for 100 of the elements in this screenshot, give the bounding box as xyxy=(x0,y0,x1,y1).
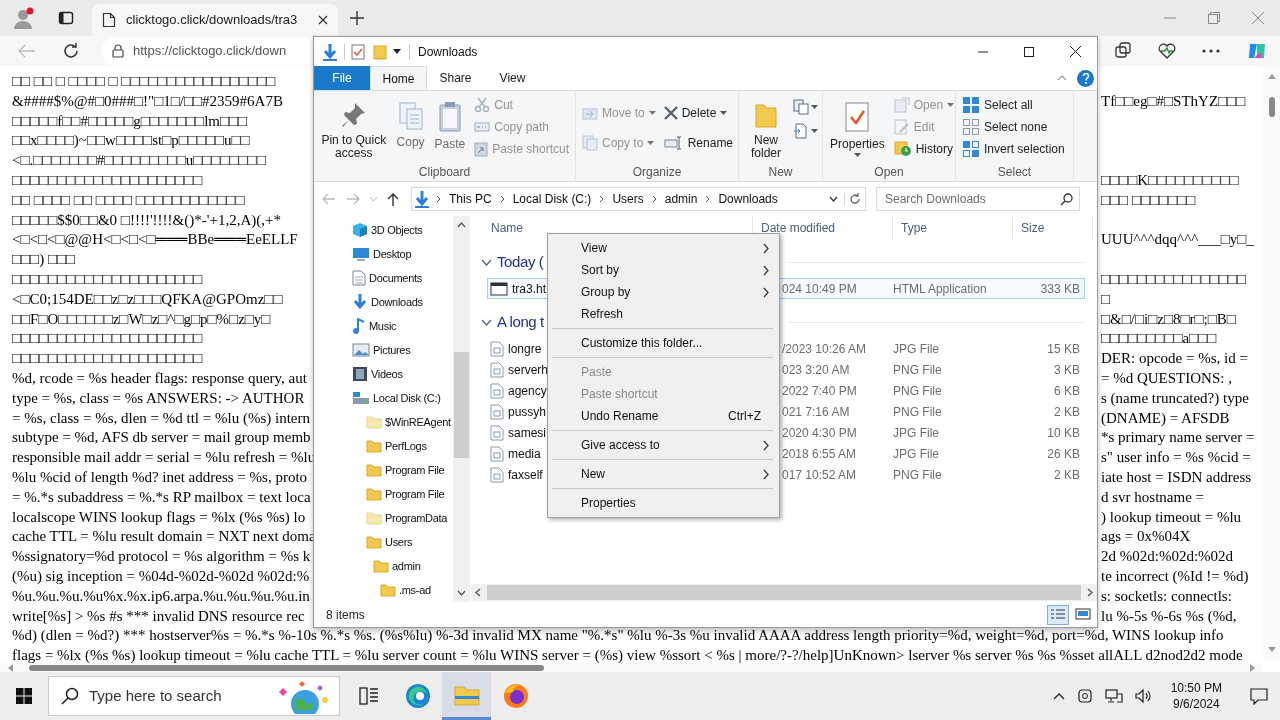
page-text-line: □□□□□□□□□□□□□□□□□□□□□ xyxy=(12,330,203,347)
page-text-line: <□<□<□@@H<□<□<□═══BBe═══EeELLF xyxy=(12,231,298,248)
file-details-cell[interactable]: /2023 10:26 AM JPG File 15 KB xyxy=(777,338,1085,359)
vertical-scrollbar[interactable] xyxy=(453,216,470,602)
menu-item[interactable]: Refresh xyxy=(548,303,779,325)
horizontal-scrollbar[interactable] xyxy=(471,584,1097,601)
file-details-cell[interactable]: 021 7:16 AM PNG File 2 KB xyxy=(777,401,1085,422)
file-name-cell[interactable]: longre xyxy=(487,338,547,359)
ribbon-button[interactable]: Invert selection xyxy=(960,139,1067,159)
ribbon-button[interactable]: Pin to Quick access xyxy=(318,95,390,163)
menu-item[interactable]: Customize this folder... xyxy=(548,332,779,354)
group-header[interactable]: A long t xyxy=(497,311,544,334)
file-name-cell[interactable]: faxself xyxy=(487,464,547,485)
taskbar-search-field[interactable]: Type here to search xyxy=(48,676,340,716)
nav-item[interactable]: Downloads xyxy=(314,290,453,314)
nav-item[interactable]: Music xyxy=(314,314,453,338)
file-details-cell[interactable]: 023 3:20 AM PNG File 3 KB xyxy=(777,359,1085,380)
browser-tab[interactable]: clicktogo.click/downloads/tra3 xyxy=(92,4,338,36)
column-header[interactable]: Type xyxy=(893,216,1013,240)
ribbon-tab[interactable]: File xyxy=(314,66,370,90)
page-text-line: □□□□□f□□#□□□□□g□□□□□□□lm□□□ xyxy=(12,112,248,129)
ribbon-tab[interactable]: View xyxy=(484,66,541,90)
image-file-icon xyxy=(490,382,504,399)
column-header[interactable]: Size xyxy=(1013,216,1093,240)
page-text-line: *s primary name server = xyxy=(1101,429,1255,446)
menu-item[interactable]: Undo Rename Ctrl+Z xyxy=(548,405,779,427)
nav-item[interactable]: admin xyxy=(314,554,453,578)
ribbon-tab[interactable]: Home xyxy=(370,66,427,90)
file-name-cell[interactable]: samesi xyxy=(487,422,547,443)
scrollbar-thumb[interactable] xyxy=(454,352,469,458)
ribbon-button[interactable]: Delete xyxy=(661,103,736,123)
ribbon-button[interactable]: History xyxy=(891,139,957,159)
shortcut-text: Ctrl+Z xyxy=(728,408,761,425)
page-text-line: (%u) sig inception = %04d-%02d-%02d %02d:% xyxy=(12,567,310,584)
taskbar-app-button[interactable] xyxy=(442,672,491,720)
nav-item[interactable]: Program File xyxy=(314,458,453,482)
breadcrumb[interactable]: admin xyxy=(662,190,700,208)
ribbon-tab[interactable]: Share xyxy=(427,66,484,90)
nav-item[interactable]: 3D Objects xyxy=(314,218,453,242)
nav-item[interactable]: Desktop xyxy=(314,242,453,266)
nav-item[interactable]: Pictures xyxy=(314,338,453,362)
file-name-cell[interactable]: serverh xyxy=(487,359,547,380)
page-text-line: localscope WINS lookup flags = %lx (%s %s) lo xyxy=(12,508,306,525)
file-name-cell[interactable]: pussyh xyxy=(487,401,547,422)
menu-item[interactable]: View xyxy=(548,237,779,259)
vertical-scrollbar[interactable] xyxy=(1263,66,1280,660)
search-field[interactable]: Search Downloads xyxy=(876,187,1080,211)
clock-time: 10:50 PM xyxy=(1170,680,1222,696)
nav-item[interactable]: .ms-ad xyxy=(314,578,453,602)
scrollbar-thumb[interactable] xyxy=(29,664,544,671)
file-name-cell[interactable]: media xyxy=(487,443,547,464)
file-name-cell[interactable]: agency xyxy=(487,380,547,401)
status-text: 8 items xyxy=(326,606,365,624)
nav-item[interactable]: Users xyxy=(314,530,453,554)
ribbon-button[interactable]: Select all xyxy=(960,95,1067,115)
nav-item[interactable]: ProgramData xyxy=(314,506,453,530)
nav-item[interactable]: PerfLogs xyxy=(314,434,453,458)
menu-item[interactable]: Properties xyxy=(548,492,779,514)
help-button[interactable] xyxy=(1077,69,1094,87)
address-bar[interactable]: https://clicktogo.click/down xyxy=(102,37,313,65)
breadcrumb[interactable]: Downloads xyxy=(716,190,780,208)
scrollbar-thumb[interactable] xyxy=(487,585,1081,600)
file-details-cell[interactable]: 017 10:52 AM PNG File 2 KB xyxy=(777,464,1085,485)
folder-icon xyxy=(366,415,382,429)
ribbon-button[interactable]: Select none xyxy=(960,117,1067,137)
menu-item[interactable]: New xyxy=(548,463,779,485)
open-icon xyxy=(893,97,910,113)
nav-item[interactable]: Local Disk (C:) xyxy=(314,386,453,410)
breadcrumb[interactable]: Local Disk (C:) xyxy=(510,190,594,208)
menu-item[interactable]: Sort by xyxy=(548,259,779,281)
ribbon-button[interactable] xyxy=(793,99,818,115)
nav-item[interactable]: Program File xyxy=(314,482,453,506)
nav-item[interactable]: $WinREAgent xyxy=(314,410,453,434)
ribbon-button[interactable]: Properties xyxy=(827,95,888,163)
nav-item[interactable]: Documents xyxy=(314,266,453,290)
ribbon-button[interactable] xyxy=(793,123,818,139)
file-details-cell[interactable]: 2018 6:55 AM JPG File 26 KB xyxy=(777,443,1085,464)
ribbon-button[interactable]: New folder xyxy=(743,95,789,163)
address-field[interactable]: This PC Local Disk (C:) Users admin Downloads xyxy=(411,187,866,211)
page-text-line: s: socketls: connectls: xyxy=(1101,587,1232,604)
menu-item[interactable]: Give access to xyxy=(548,434,779,456)
scrollbar-thumb[interactable] xyxy=(1268,97,1275,117)
details-view-button[interactable] xyxy=(1047,604,1069,625)
file-details-cell[interactable]: 024 10:49 PM HTML Application 333 KB xyxy=(777,278,1085,299)
file-name-cell[interactable]: tra3.ht xyxy=(487,278,547,299)
breadcrumb[interactable]: Users xyxy=(610,190,646,208)
group-header[interactable]: Today ( xyxy=(497,251,544,274)
ribbon-button[interactable]: Rename xyxy=(661,133,736,153)
nav-item[interactable]: Videos xyxy=(314,362,453,386)
breadcrumb[interactable]: This PC xyxy=(447,190,494,208)
menu-item[interactable]: Group by xyxy=(548,281,779,303)
page-text-line: s (name truncated?) type xyxy=(1101,389,1249,406)
horizontal-scrollbar[interactable] xyxy=(0,663,1263,672)
task-view-icon xyxy=(358,687,379,705)
page-text-line: iate host = ISDN address xyxy=(1101,468,1252,485)
download-arrow-icon xyxy=(414,190,430,208)
file-details-cell[interactable]: 2020 4:30 PM JPG File 10 KB xyxy=(777,422,1085,443)
file-details-cell[interactable]: 2022 7:40 PM PNG File 6 KB xyxy=(777,380,1085,401)
grid-all-icon xyxy=(962,96,980,114)
page-text-line: type = %s, class = %s ANSWERS: -> AUTHOR xyxy=(12,389,305,406)
